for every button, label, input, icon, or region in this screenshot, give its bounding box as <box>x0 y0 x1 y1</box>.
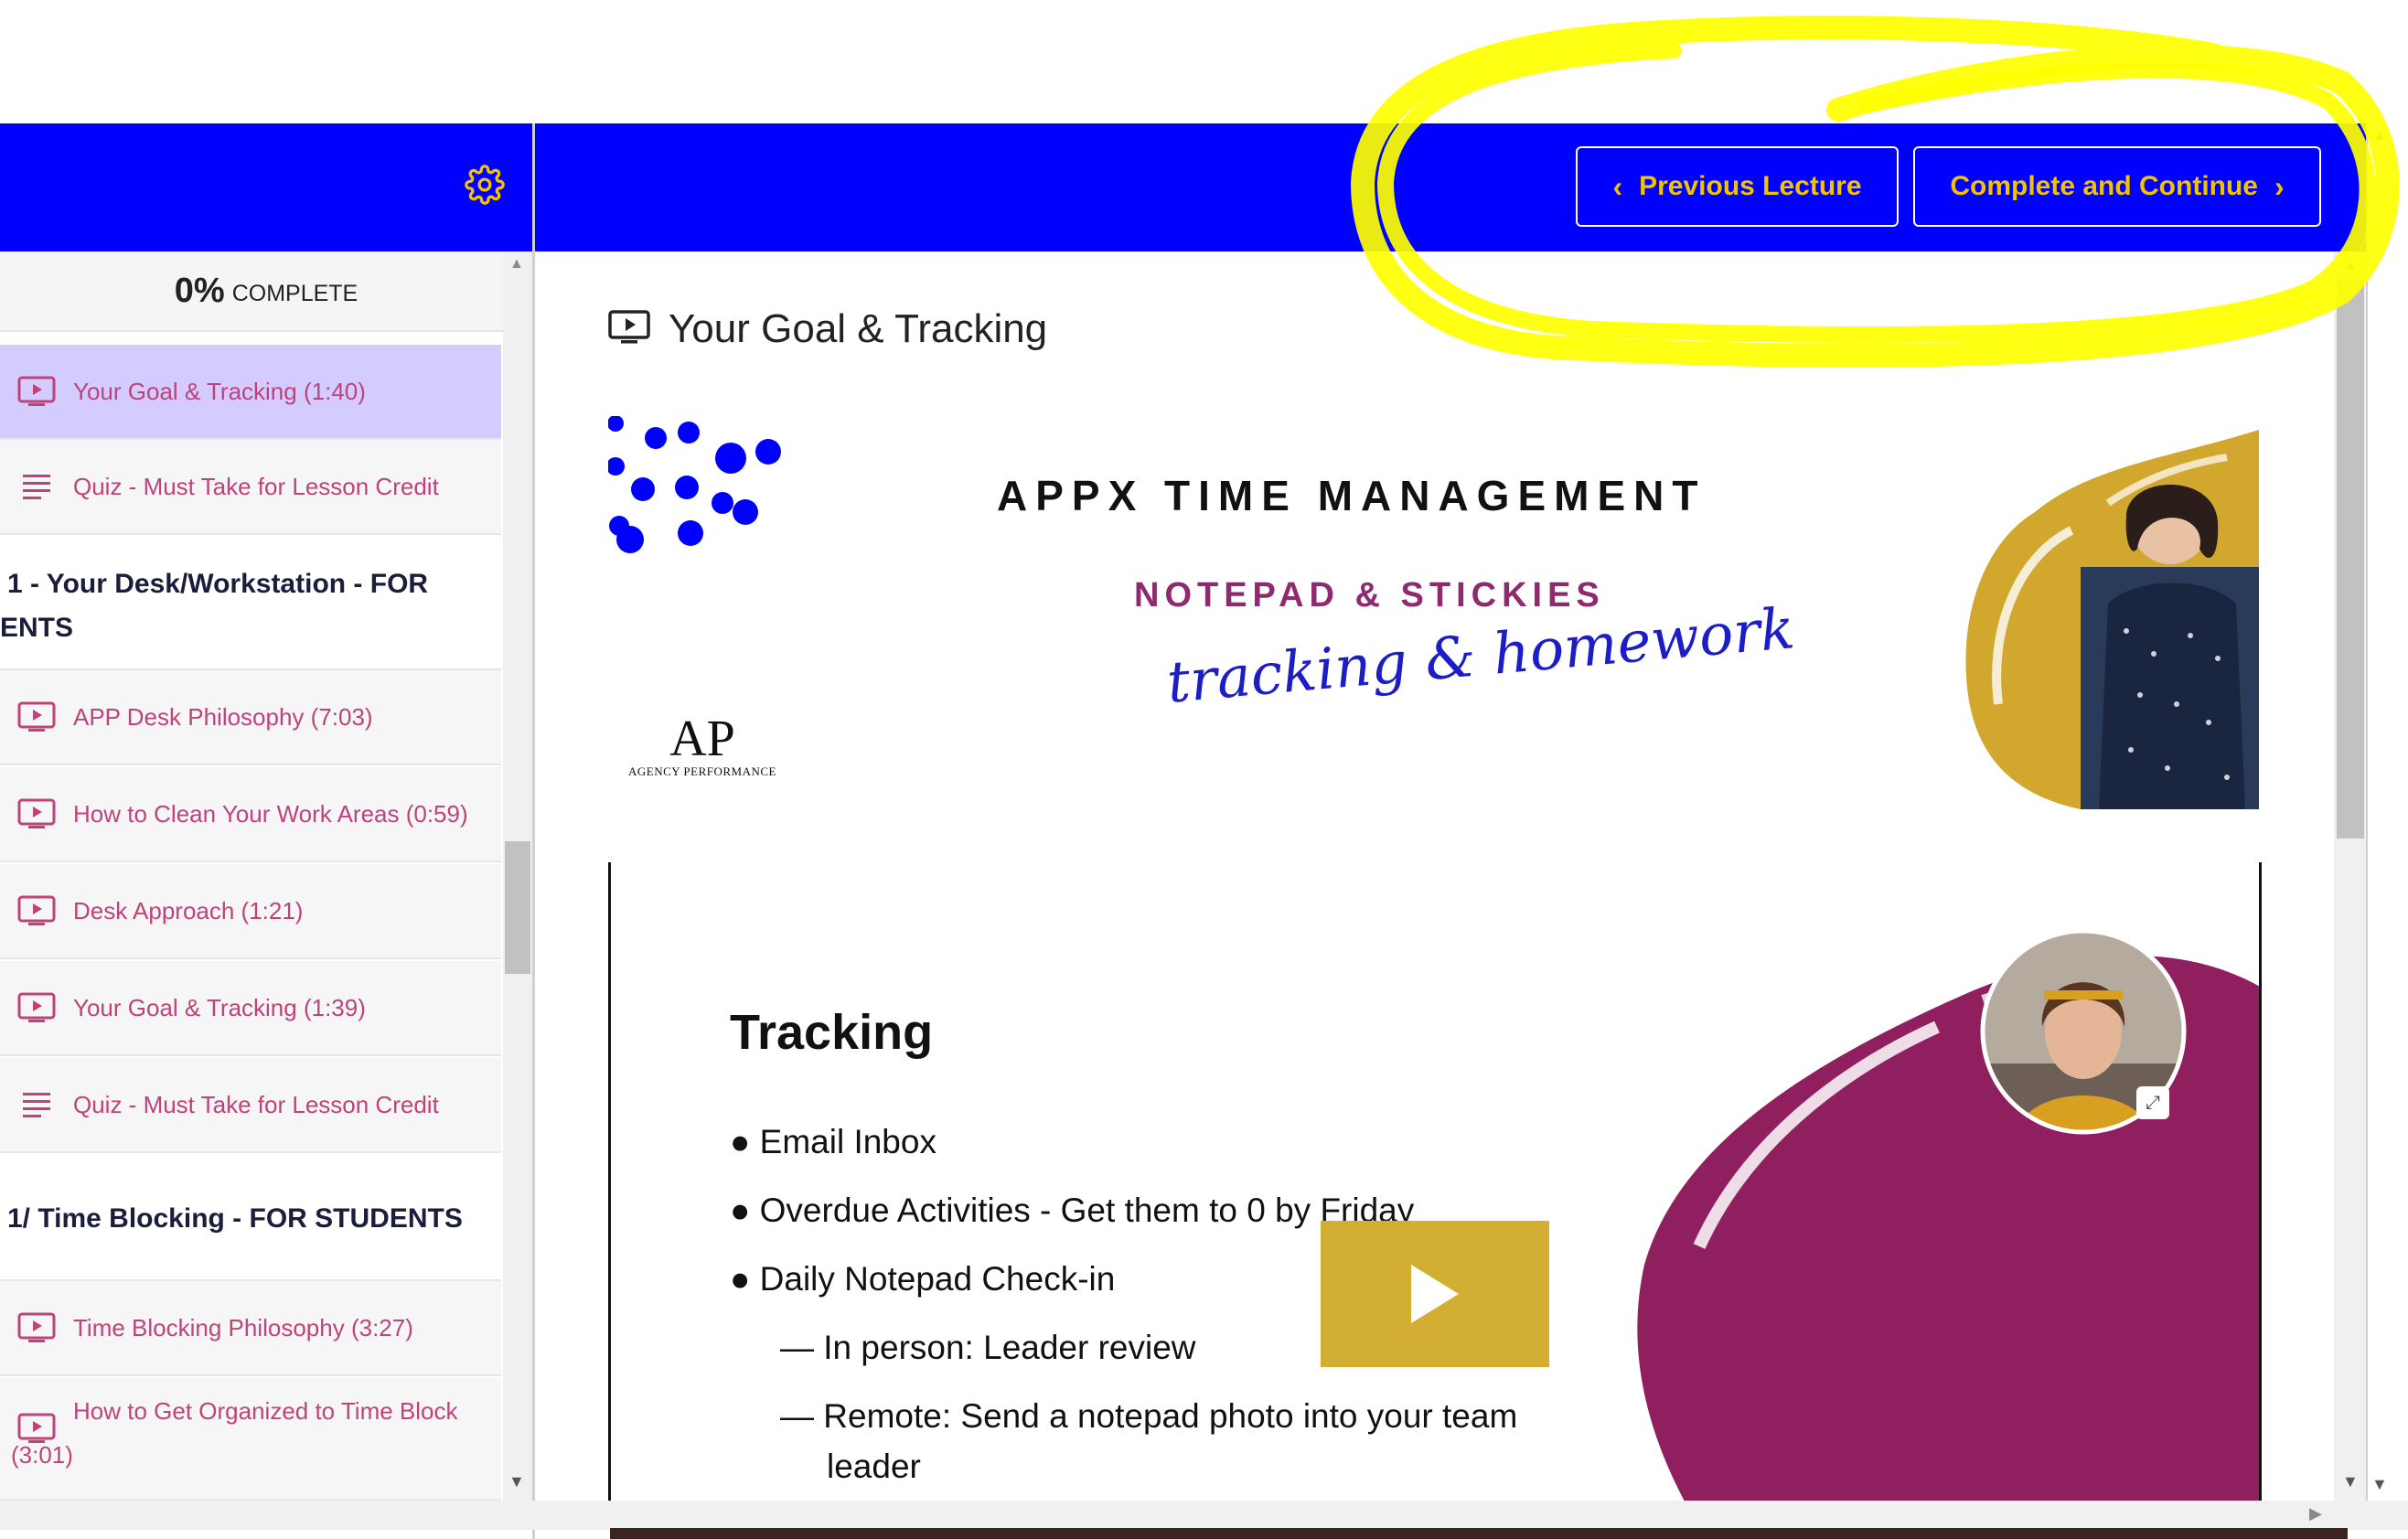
lesson-label: Your Goal & Tracking (1:39) <box>73 993 366 1021</box>
expand-icon[interactable]: ⤢ <box>2136 1086 2169 1119</box>
section-title-line2: ENTS <box>0 613 74 643</box>
lesson-item[interactable]: Quiz - Must Take for Lesson Credit <box>0 440 501 535</box>
course-progress: 0% COMPLETE <box>0 251 532 332</box>
chevron-right-icon: › <box>2274 169 2285 203</box>
agency-performance-logo: AP AGENCY PERFORMANCE <box>625 713 780 779</box>
slide-bullet-text: Email Inbox <box>759 1123 936 1160</box>
lesson-item[interactable]: Desk Approach (1:21) <box>0 864 501 959</box>
section-title-text: 1/ Time Blocking - FOR STUDENTS <box>7 1203 463 1234</box>
slide-bullet-text: Daily Notepad Check-in <box>759 1260 1116 1298</box>
progress-percent: 0% <box>174 271 225 310</box>
video-lesson-icon <box>0 376 73 407</box>
lesson-label: Your Goal & Tracking (1:40) <box>73 377 366 405</box>
lesson-label: APP Desk Philosophy (7:03) <box>73 702 373 731</box>
video-lesson-icon <box>0 992 73 1023</box>
dots-decoration <box>608 416 781 553</box>
complete-continue-label: Complete and Continue <box>1950 171 2258 201</box>
section-title: 1 - Your Desk/Workstation - FOR ENTS <box>0 537 501 670</box>
lesson-label: Quiz - Must Take for Lesson Credit <box>73 472 439 500</box>
progress-label: COMPLETE <box>231 280 359 306</box>
play-icon <box>1411 1265 1459 1323</box>
lesson-item[interactable]: Your Goal & Tracking (1:40) <box>0 345 501 440</box>
lesson-item[interactable]: How to Clean Your Work Areas (0:59) <box>0 767 501 862</box>
video-lesson-icon <box>0 701 73 732</box>
horizontal-scrollbar[interactable]: ▶ <box>0 1501 2408 1530</box>
content-scrollbar-thumb[interactable] <box>2337 279 2364 839</box>
slide-bullet-text: Overdue Activities - Get them to 0 by Fr… <box>759 1192 1415 1229</box>
lesson-banner: APPX TIME MANAGEMENT NOTEPAD & STICKIES … <box>608 416 2262 809</box>
lesson-item[interactable]: Time Blocking Philosophy (3:27) <box>0 1281 501 1376</box>
course-sidebar: 0% COMPLETE Your Goal & Tracking (1:40) … <box>0 251 532 1501</box>
previous-lecture-button[interactable]: ‹ Previous Lecture <box>1576 146 1899 227</box>
complete-and-continue-button[interactable]: Complete and Continue › <box>1913 146 2321 227</box>
banner-subheading: NOTEPAD & STICKIES <box>1134 576 1605 615</box>
banner-heading: APPX TIME MANAGEMENT <box>997 472 1707 519</box>
logo-mark: AP <box>669 711 735 767</box>
video-lesson-icon <box>0 1312 73 1343</box>
scroll-down-icon[interactable]: ▼ <box>508 1472 525 1491</box>
gear-icon[interactable] <box>465 165 505 209</box>
previous-lecture-label: Previous Lecture <box>1639 171 1862 201</box>
sidebar-divider <box>532 123 535 1539</box>
lesson-label: Quiz - Must Take for Lesson Credit <box>73 1090 439 1118</box>
lesson-item[interactable]: Your Goal & Tracking (1:39) <box>0 961 501 1056</box>
lesson-item[interactable]: How to Get Organized to Time Block (3:01… <box>0 1378 501 1501</box>
video-lesson-icon <box>0 895 73 926</box>
lesson-page: ‹ Previous Lecture Complete and Continue… <box>0 0 2408 1539</box>
play-button[interactable] <box>1321 1221 1549 1367</box>
scroll-down-icon[interactable]: ▼ <box>2371 1475 2388 1494</box>
scroll-up-icon[interactable]: ▲ <box>509 256 524 273</box>
logo-name: AGENCY PERFORMANCE <box>627 764 776 778</box>
lesson-title: Your Goal & Tracking <box>608 306 1047 352</box>
lesson-item[interactable]: Quiz - Must Take for Lesson Credit <box>0 1058 501 1153</box>
chevron-left-icon: ‹ <box>1612 169 1623 203</box>
sidebar-scrollbar-thumb[interactable] <box>505 841 530 974</box>
slide-sub-bullet: — Remote: Send a notepad photo into your… <box>780 1397 1518 1435</box>
section-title: 1/ Time Blocking - FOR STUDENTS <box>0 1155 501 1281</box>
quiz-icon <box>0 1091 73 1118</box>
scroll-up-icon[interactable]: ▲ <box>2343 258 2358 274</box>
bottom-strip <box>610 1528 2348 1539</box>
video-player[interactable]: Tracking ● Email Inbox ● Overdue Activit… <box>608 862 2262 1502</box>
slide-sub-bullet-text: Remote: Send a notepad photo into your t… <box>823 1397 1518 1435</box>
slide-sub-bullet-continued: leader <box>827 1448 921 1485</box>
section-title-line1: 1 - Your Desk/Workstation - FOR <box>7 569 429 599</box>
slide-bullet: ● Email Inbox <box>730 1123 936 1160</box>
lesson-label-continued: (3:01) <box>11 1441 73 1469</box>
slide-sub-bullet-text: In person: Leader review <box>823 1329 1196 1366</box>
video-lesson-icon <box>608 309 650 349</box>
sidebar-header <box>0 123 532 251</box>
scroll-down-icon[interactable]: ▼ <box>2342 1472 2359 1491</box>
scroll-right-icon[interactable]: ▶ <box>2309 1504 2322 1523</box>
lesson-label: Desk Approach (1:21) <box>73 896 304 924</box>
lesson-label: Time Blocking Philosophy (3:27) <box>73 1313 413 1341</box>
video-lesson-icon <box>0 798 73 829</box>
window-scrollbar[interactable]: ▲ ▼ <box>2366 123 2393 1501</box>
lesson-title-text: Your Goal & Tracking <box>669 306 1048 351</box>
lesson-label: How to Get Organized to Time Block <box>73 1397 458 1425</box>
quiz-icon <box>0 473 73 500</box>
lesson-label: How to Clean Your Work Areas (0:59) <box>73 799 468 828</box>
presenter-photo <box>1965 430 2259 809</box>
lesson-item[interactable]: APP Desk Philosophy (7:03) <box>0 670 501 765</box>
scroll-up-icon[interactable]: ▲ <box>2372 128 2387 144</box>
slide-title: Tracking <box>730 1005 934 1060</box>
